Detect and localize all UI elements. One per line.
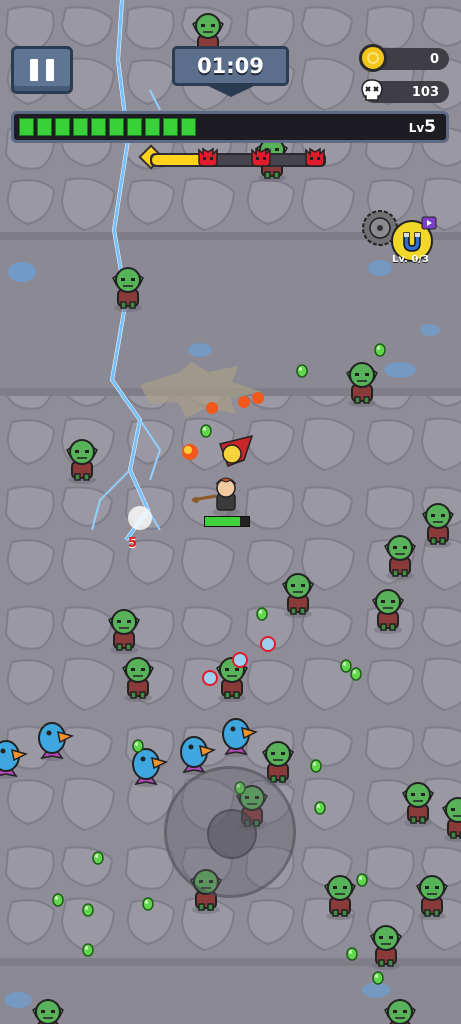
pause-button[interactable]	[11, 46, 73, 94]
xp-segment	[109, 118, 124, 136]
skill-level-label: Lv. 0/3	[392, 254, 429, 265]
wave-progress-fill	[152, 155, 204, 165]
player-level: Lv5	[409, 117, 436, 137]
boss-skull-icon	[305, 147, 325, 167]
play-video-icon	[421, 216, 437, 230]
xp-segment	[37, 118, 52, 136]
xp-segment	[55, 118, 70, 136]
hero-health-bar	[204, 516, 250, 527]
xp-bar: Lv5	[11, 111, 449, 143]
boss-skull-icon	[198, 147, 218, 167]
skull-icon	[361, 79, 383, 101]
timer-banner-tip	[204, 84, 258, 97]
wave-progress-track	[150, 153, 326, 167]
xp-segment	[145, 118, 160, 136]
survival-timer: 01:09	[172, 46, 289, 86]
xp-segment	[19, 118, 34, 136]
xp-segment	[91, 118, 106, 136]
damage-number: 5	[128, 536, 138, 551]
coin-icon	[359, 44, 387, 72]
pause-icon	[26, 59, 58, 81]
boss-skull-icon	[251, 147, 271, 167]
virtual-joystick[interactable]	[164, 766, 296, 898]
joystick-knob[interactable]	[207, 809, 257, 859]
xp-bar-fill	[19, 118, 196, 136]
xp-segment	[163, 118, 178, 136]
xp-segment	[181, 118, 196, 136]
player-level-prefix: Lv	[408, 121, 425, 135]
xp-segment	[73, 118, 88, 136]
xp-segment	[127, 118, 142, 136]
player-level-number: 5	[424, 117, 436, 137]
